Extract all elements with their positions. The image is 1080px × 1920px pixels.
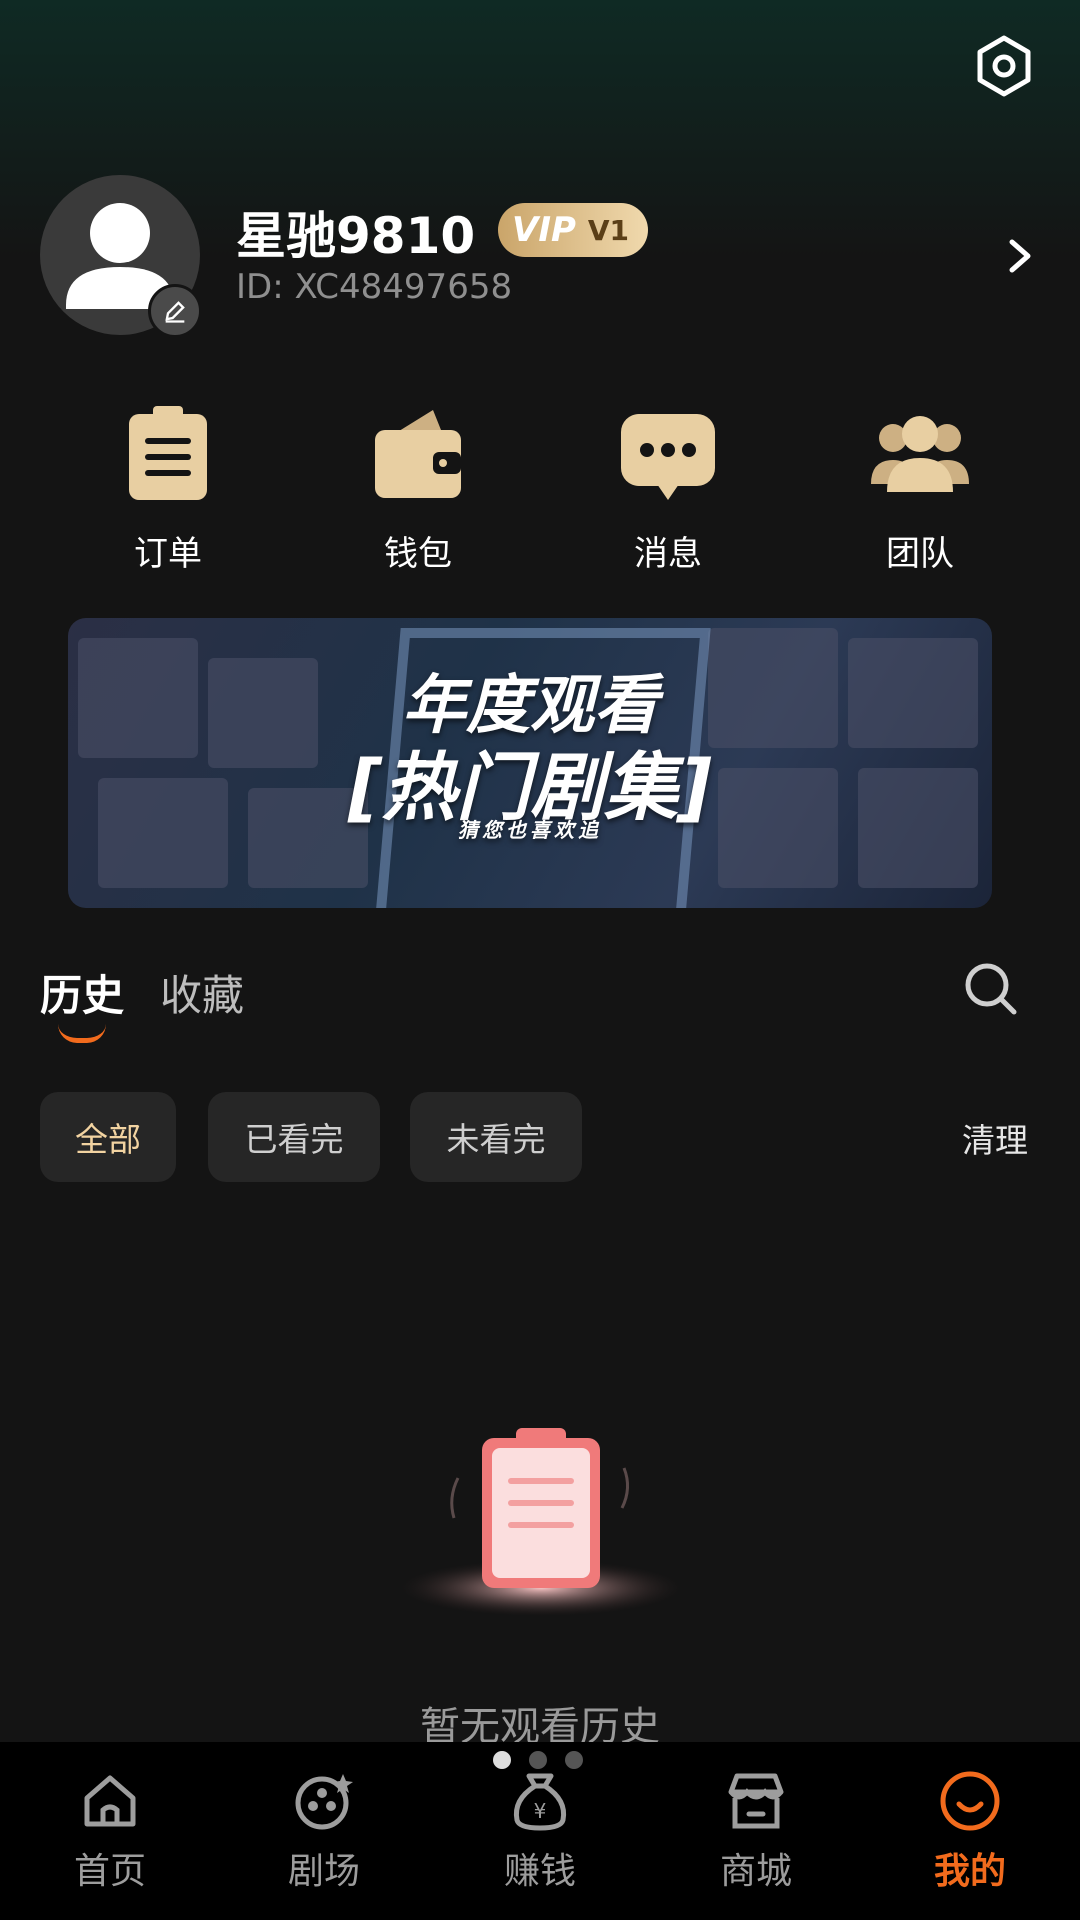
tab-history[interactable]: 历史 [40,962,124,1023]
clean-button[interactable]: 清理 [962,1114,1028,1162]
nav-earn[interactable]: ¥ 赚钱 [440,1768,640,1894]
empty-clipboard-icon [401,1428,681,1616]
page-dot [529,1751,547,1769]
page-dot [493,1751,511,1769]
nav-theater[interactable]: 剧场 [224,1768,424,1894]
menu-label-orders: 订单 [134,534,202,574]
menu-item-team[interactable]: 团队 [820,400,1020,575]
pencil-icon [165,301,185,323]
home-icon [84,1775,136,1827]
menu-label-messages: 消息 [634,534,702,574]
smiley-profile-icon [940,1771,1000,1831]
chevron-right-icon[interactable] [1002,236,1038,276]
nav-label-home: 首页 [73,1851,146,1892]
store-icon [728,1773,784,1829]
tab-active-indicator [58,1024,106,1043]
nav-mine[interactable]: 我的 [870,1768,1070,1894]
nav-home[interactable]: 首页 [10,1768,210,1894]
menu-item-messages[interactable]: 消息 [568,400,768,575]
vip-logo: VIP [512,210,576,250]
page-dot [565,1751,583,1769]
clipboard-icon [129,406,207,500]
chat-bubble-icon [621,414,715,500]
menu-label-wallet: 钱包 [384,534,452,574]
user-id: ID: XC48497658 [236,267,513,307]
banner-subtitle: 猜您也喜欢追 [458,818,602,842]
search-icon[interactable] [962,960,1020,1018]
svg-text:¥: ¥ [534,1799,547,1823]
username: 星驰9810 [236,207,476,265]
settings-icon[interactable] [972,34,1036,98]
filter-all[interactable]: 全部 [40,1092,176,1182]
filter-finished[interactable]: 已看完 [208,1092,380,1182]
nav-label-mine: 我的 [933,1851,1006,1892]
money-bag-icon: ¥ [513,1773,567,1831]
nav-mall[interactable]: 商城 [656,1768,856,1894]
menu-item-orders[interactable]: 订单 [68,400,268,575]
quick-menu: 订单 钱包 消息 团队 [0,400,1080,580]
promo-banner[interactable]: 年度观看 [热门剧集] 猜您也喜欢追 [68,618,992,908]
vip-level: V1 [587,213,630,247]
nav-label-mall: 商城 [719,1851,792,1892]
theater-reel-icon [295,1774,353,1830]
nav-label-theater: 剧场 [287,1851,360,1892]
menu-item-wallet[interactable]: 钱包 [318,400,518,575]
nav-label-earn: 赚钱 [503,1851,576,1892]
menu-label-team: 团队 [886,534,954,574]
filter-unfinished[interactable]: 未看完 [410,1092,582,1182]
wallet-icon [375,410,461,498]
vip-badge[interactable]: VIP V1 [498,203,648,257]
team-icon [871,416,969,492]
tab-favorites[interactable]: 收藏 [160,962,244,1023]
avatar-edit-button[interactable] [148,284,202,338]
